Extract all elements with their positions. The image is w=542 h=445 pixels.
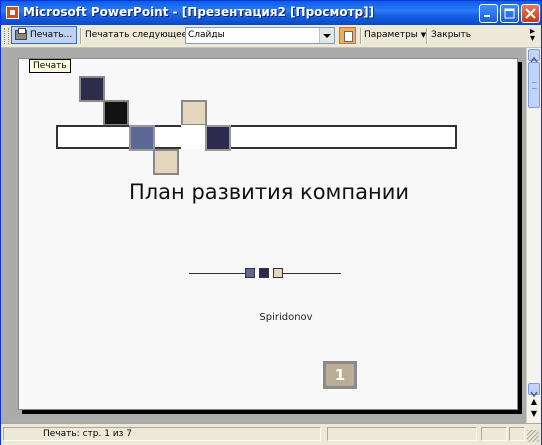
decor-bar	[56, 125, 457, 149]
scroll-thumb[interactable]	[528, 62, 540, 108]
toolbar-separator	[80, 28, 82, 44]
status-cell	[327, 427, 477, 441]
options-button[interactable]: Параметры ▼	[364, 30, 426, 40]
status-cell	[481, 427, 507, 441]
decor-square	[153, 149, 179, 175]
title-bar[interactable]: Microsoft PowerPoint - [Презентация2 [Пр…	[1, 1, 541, 25]
status-text: Печать: стр. 1 из 7	[43, 429, 133, 439]
maximize-button[interactable]	[500, 4, 519, 23]
print-button-label: Печать...	[30, 30, 73, 40]
window-title: Microsoft PowerPoint - [Презентация2 [Пр…	[23, 5, 375, 19]
prev-page-icon[interactable]: ▲	[528, 396, 540, 407]
toolbar-separator	[360, 28, 362, 44]
print-next-label: Печатать следующее:	[85, 30, 191, 40]
minimize-icon	[484, 15, 490, 17]
decor-square	[205, 125, 231, 151]
close-icon	[525, 8, 536, 19]
print-what-value: Слайды	[188, 30, 225, 40]
maximize-icon	[504, 8, 515, 19]
decor-square	[103, 100, 129, 126]
scroll-up-icon[interactable]	[528, 49, 540, 63]
window: Microsoft PowerPoint - [Презентация2 [Пр…	[0, 0, 542, 445]
decor-gap	[181, 125, 207, 149]
chevron-down-icon[interactable]	[319, 28, 334, 43]
decor-square	[181, 100, 207, 126]
mini-square	[273, 268, 283, 278]
mini-square	[259, 268, 269, 278]
vertical-scrollbar[interactable]: ▲ ▼	[526, 48, 541, 423]
status-cell	[509, 427, 525, 441]
decor-square	[129, 125, 155, 151]
slide-title: План развития компании	[128, 180, 410, 204]
options-label: Параметры	[364, 30, 418, 40]
tooltip: Печать	[29, 59, 71, 73]
divider-line	[189, 273, 245, 274]
print-button[interactable]: Печать...	[11, 26, 77, 44]
page-number-badge: 1	[323, 361, 357, 389]
next-page-icon[interactable]: ▼	[528, 408, 540, 419]
print-what-select[interactable]: Слайды	[185, 27, 335, 44]
close-preview-button[interactable]: Закрыть	[431, 30, 471, 40]
resize-grip[interactable]	[527, 430, 539, 442]
slide-author: Spiridonov	[259, 312, 313, 323]
app-icon[interactable]	[6, 6, 19, 19]
scroll-down-icon[interactable]	[528, 383, 540, 398]
decor-square	[79, 76, 105, 102]
slide-page: План развития компании Spiridonov 1	[18, 58, 518, 410]
toolbar-options-icon[interactable]: ▸ ▾	[530, 27, 535, 44]
minimize-button[interactable]	[479, 4, 498, 23]
mini-square	[245, 268, 255, 278]
printer-icon	[15, 28, 27, 40]
close-button[interactable]	[521, 4, 540, 23]
orientation-button[interactable]	[339, 27, 356, 44]
divider-line	[283, 273, 341, 274]
toolbar-grip[interactable]	[4, 28, 9, 44]
toolbar-separator	[426, 28, 428, 44]
status-bar: Печать: стр. 1 из 7	[1, 423, 541, 445]
preview-toolbar: Печать... Печатать следующее: Слайды Пар…	[1, 25, 541, 48]
preview-area: План развития компании Spiridonov 1 Печа…	[1, 48, 526, 423]
